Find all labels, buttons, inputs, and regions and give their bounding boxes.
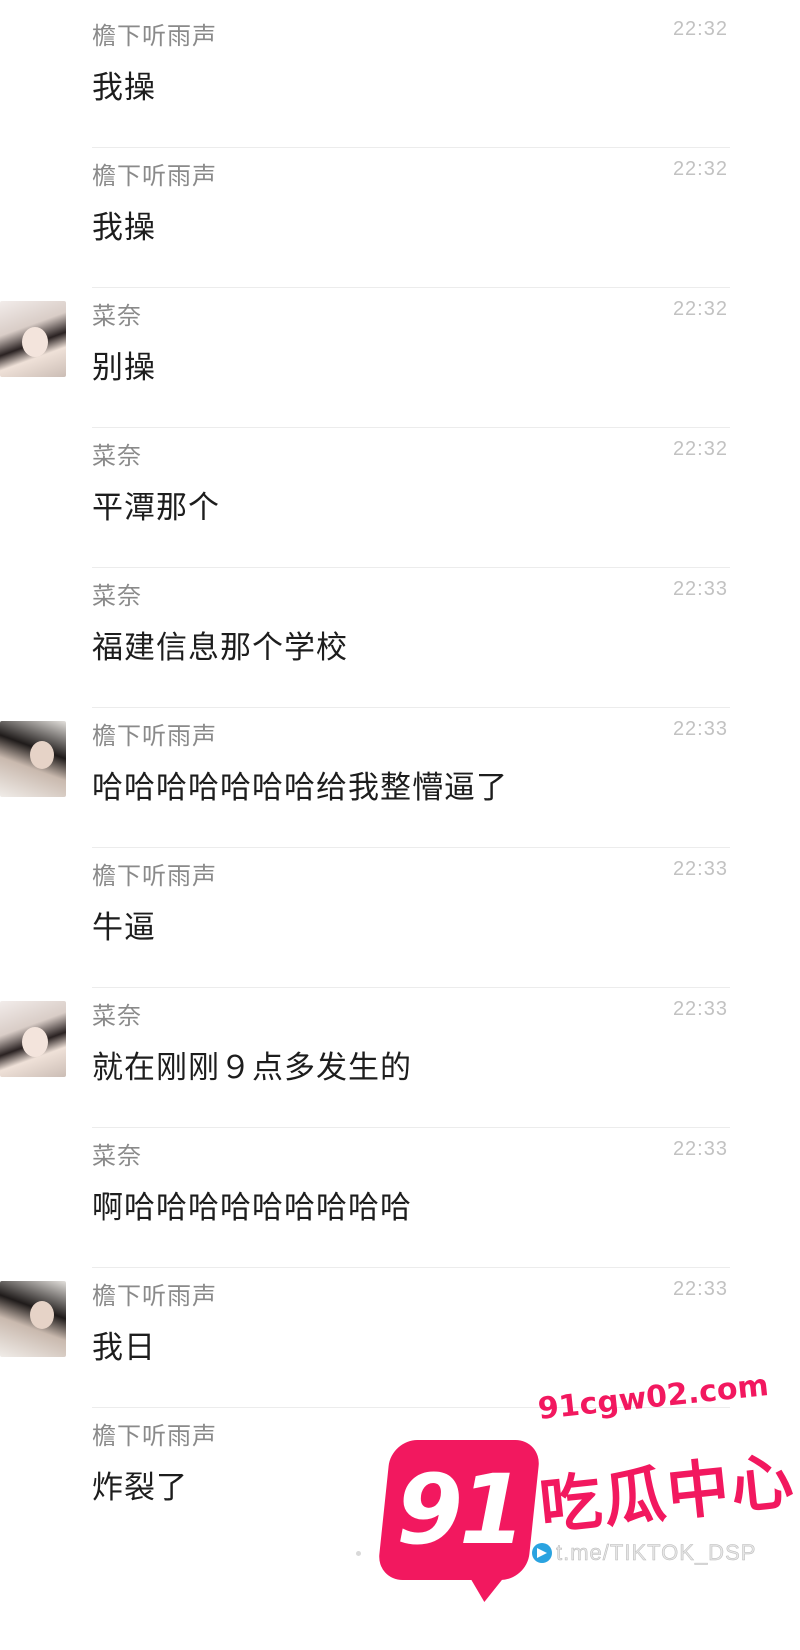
channel-watermark: t.me/TIKTOK_DSP xyxy=(532,1540,756,1566)
telegram-icon xyxy=(532,1543,552,1563)
message-time: 22:32 xyxy=(672,18,728,40)
message-time: 22:32 xyxy=(672,298,728,320)
message-item[interactable]: 菜奈 22:32 别操 xyxy=(0,280,800,428)
sender-name: 檐下听雨声 xyxy=(92,862,217,890)
message-time: 22:33 xyxy=(672,998,728,1020)
scroll-indicator xyxy=(356,1551,361,1556)
sender-name: 菜奈 xyxy=(92,442,142,470)
message-time: 22:33 xyxy=(672,1138,728,1160)
sender-name: 菜奈 xyxy=(92,582,142,610)
avatar-face xyxy=(30,1301,54,1329)
sender-name: 檐下听雨声 xyxy=(92,22,217,50)
message-text: 我操 xyxy=(92,210,156,246)
message-text: 我操 xyxy=(92,70,156,106)
watermark: 91 91cgw02.com 吃瓜中心 xyxy=(372,1368,798,1642)
message-text: 哈哈哈哈哈哈哈给我整懵逼了 xyxy=(92,770,508,806)
channel-text: t.me/TIKTOK_DSP xyxy=(556,1540,757,1566)
message-text: 炸裂了 xyxy=(92,1470,188,1506)
message-time: 22:32 xyxy=(672,158,728,180)
avatar[interactable] xyxy=(0,301,66,377)
message-item[interactable]: 菜奈 22:32 平潭那个 xyxy=(0,420,800,568)
sender-name: 檐下听雨声 xyxy=(92,1282,217,1310)
sender-name: 檐下听雨声 xyxy=(92,1422,217,1450)
avatar-face xyxy=(22,327,48,357)
message-time: 22:33 xyxy=(672,1278,728,1300)
message-text: 别操 xyxy=(92,350,156,386)
message-item[interactable]: 檐下听雨声 22:32 我操 xyxy=(0,140,800,288)
avatar-face xyxy=(22,1027,48,1057)
watermark-name: 吃瓜中心 xyxy=(536,1443,799,1544)
message-text: 就在刚刚９点多发生的 xyxy=(92,1050,412,1086)
message-text: 啊哈哈哈哈哈哈哈哈哈 xyxy=(92,1190,412,1226)
sender-name: 菜奈 xyxy=(92,1142,142,1170)
message-time: 22:33 xyxy=(672,858,728,880)
message-text: 平潭那个 xyxy=(92,490,220,526)
message-item[interactable]: 檐下听雨声 22:32 我操 xyxy=(0,0,800,148)
message-item[interactable]: 菜奈 22:33 就在刚刚９点多发生的 xyxy=(0,980,800,1128)
message-item[interactable]: 菜奈 22:33 福建信息那个学校 xyxy=(0,560,800,708)
message-time: 22:33 xyxy=(672,718,728,740)
message-text: 福建信息那个学校 xyxy=(92,630,348,666)
message-item[interactable]: 檐下听雨声 22:33 牛逼 xyxy=(0,840,800,988)
message-time: 22:33 xyxy=(672,578,728,600)
message-text: 我日 xyxy=(92,1330,156,1366)
sender-name: 檐下听雨声 xyxy=(92,722,217,750)
watermark-number: 91 xyxy=(396,1454,526,1566)
avatar[interactable] xyxy=(0,1001,66,1077)
avatar[interactable] xyxy=(0,721,66,797)
message-text: 牛逼 xyxy=(92,910,156,946)
message-item[interactable]: 菜奈 22:33 啊哈哈哈哈哈哈哈哈哈 xyxy=(0,1120,800,1268)
sender-name: 菜奈 xyxy=(92,1002,142,1030)
sender-name: 菜奈 xyxy=(92,302,142,330)
avatar-face xyxy=(30,741,54,769)
sender-name: 檐下听雨声 xyxy=(92,162,217,190)
message-item[interactable]: 檐下听雨声 22:33 哈哈哈哈哈哈哈给我整懵逼了 xyxy=(0,700,800,848)
avatar[interactable] xyxy=(0,1281,66,1357)
message-time: 22:32 xyxy=(672,438,728,460)
